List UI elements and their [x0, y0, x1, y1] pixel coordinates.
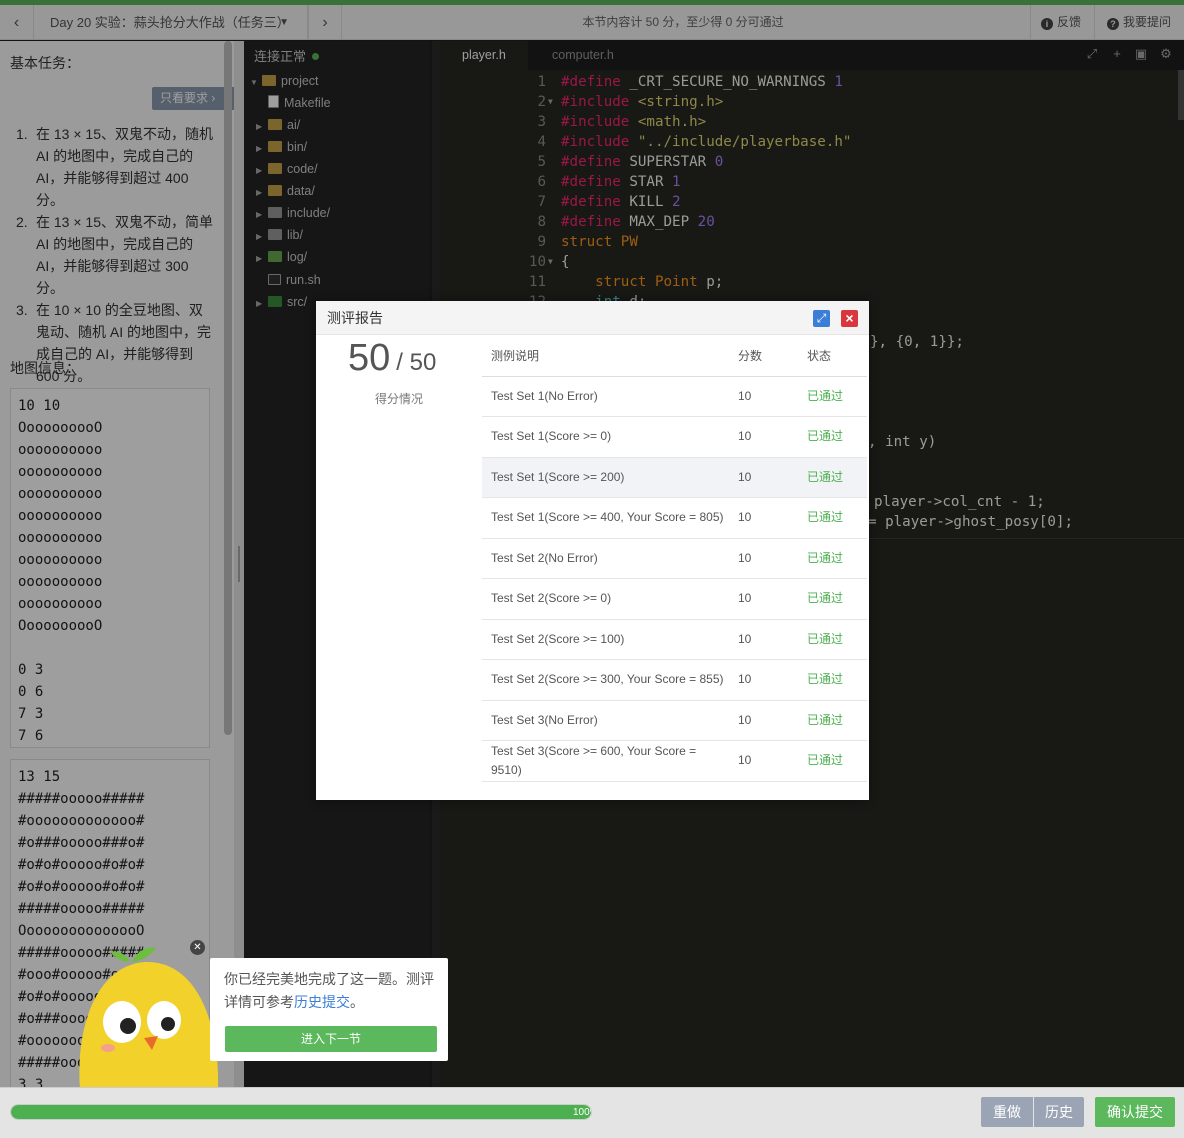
score-total: / 50 [396, 349, 437, 376]
table-cell-desc: Test Set 2(Score >= 100) [482, 619, 729, 660]
table-cell-score: 10 [729, 740, 798, 782]
results-table: 测例说明 分数 状态 Test Set 1(No Error) 10 已通过 Test… [482, 335, 867, 782]
history-submission-link[interactable]: 历史提交 [294, 994, 350, 1010]
close-icon: × [845, 310, 854, 326]
mascot-leaf-left [110, 951, 130, 962]
column-header-desc: 测例说明 [482, 335, 729, 377]
bottom-bar: 100% 重做 历史 确认提交 [0, 1087, 1184, 1138]
results-table-container: 测例说明 分数 状态 Test Set 1(No Error) 10 已通过 Test… [482, 335, 867, 800]
table-cell-desc: Test Set 3(Score >= 600, Your Score = 95… [482, 740, 729, 782]
table-cell-score: 10 [729, 416, 798, 458]
mascot-leaf-right [132, 947, 156, 962]
submit-button[interactable]: 确认提交 [1095, 1097, 1175, 1127]
dialog-header: 测评报告 ⤢ × [316, 301, 869, 335]
close-button[interactable]: × [841, 310, 858, 327]
table-row[interactable]: Test Set 2(No Error) 10 已通过 [482, 538, 867, 579]
table-cell-desc: Test Set 1(Score >= 400, Your Score = 80… [482, 497, 729, 539]
table-cell-status: 已通过 [798, 416, 867, 458]
table-cell-status: 已通过 [798, 700, 867, 741]
table-cell-desc: Test Set 2(No Error) [482, 538, 729, 579]
total-score: 50/ 50 [348, 337, 436, 380]
table-cell-score: 10 [729, 700, 798, 741]
progress-bar: 100% [10, 1104, 592, 1120]
evaluation-report-dialog: 测评报告 ⤢ × 50/ 50 得分情况 测例说明 分数 状态 Test Set… [316, 301, 869, 800]
table-row[interactable]: Test Set 2(Score >= 0) 10 已通过 [482, 578, 867, 620]
table-row[interactable]: Test Set 1(Score >= 400, Your Score = 80… [482, 497, 867, 539]
table-cell-desc: Test Set 1(Score >= 200) [482, 457, 729, 498]
table-cell-score: 10 [729, 578, 798, 620]
mascot-cheek [101, 1044, 115, 1052]
redo-button[interactable]: 重做 [981, 1097, 1033, 1127]
table-cell-status: 已通过 [798, 740, 867, 782]
mascot-pupil-right [161, 1017, 175, 1031]
table-row[interactable]: Test Set 2(Score >= 300, Your Score = 85… [482, 659, 867, 701]
completion-toast: 你已经完美地完成了这一题。测评详情可参考历史提交。 进入下一节 [210, 958, 448, 1061]
table-row[interactable]: Test Set 1(Score >= 200) 10 已通过 [482, 457, 867, 498]
expand-icon: ⤢ [816, 311, 827, 325]
table-row[interactable]: Test Set 1(No Error) 10 已通过 [482, 376, 867, 417]
toast-text-after: 。 [350, 994, 364, 1010]
table-cell-status: 已通过 [798, 376, 867, 417]
table-cell-score: 10 [729, 659, 798, 701]
table-cell-desc: Test Set 1(No Error) [482, 376, 729, 417]
score-caption: 得分情况 [374, 392, 423, 406]
table-cell-status: 已通过 [798, 538, 867, 579]
table-row[interactable]: Test Set 3(Score >= 600, Your Score = 95… [482, 740, 867, 782]
toast-message: 你已经完美地完成了这一题。测评详情可参考历史提交。 [224, 968, 440, 1014]
table-cell-score: 10 [729, 538, 798, 579]
dialog-title: 测评报告 [327, 310, 383, 326]
progress-label: 100% [573, 1107, 591, 1118]
table-cell-desc: Test Set 2(Score >= 0) [482, 578, 729, 620]
table-cell-status: 已通过 [798, 659, 867, 701]
table-cell-desc: Test Set 3(No Error) [482, 700, 729, 741]
score-value: 50 [348, 337, 391, 379]
table-header-row: 测例说明 分数 状态 [482, 335, 867, 377]
table-cell-score: 10 [729, 619, 798, 660]
column-header-score: 分数 [729, 335, 798, 377]
table-row[interactable]: Test Set 3(No Error) 10 已通过 [482, 700, 867, 741]
table-cell-score: 10 [729, 497, 798, 539]
mascot-illustration [79, 947, 219, 1090]
table-cell-status: 已通过 [798, 457, 867, 498]
table-cell-desc: Test Set 2(Score >= 300, Your Score = 85… [482, 659, 729, 701]
mascot-pupil-left [120, 1018, 136, 1034]
table-row[interactable]: Test Set 2(Score >= 100) 10 已通过 [482, 619, 867, 660]
column-header-status: 状态 [798, 335, 867, 377]
expand-button[interactable]: ⤢ [813, 310, 830, 327]
progress-fill [11, 1105, 591, 1119]
table-cell-score: 10 [729, 457, 798, 498]
table-row[interactable]: Test Set 1(Score >= 0) 10 已通过 [482, 416, 867, 458]
table-cell-desc: Test Set 1(Score >= 0) [482, 416, 729, 458]
table-cell-status: 已通过 [798, 619, 867, 660]
table-cell-status: 已通过 [798, 578, 867, 620]
table-cell-score: 10 [729, 376, 798, 417]
history-button[interactable]: 历史 [1034, 1097, 1084, 1127]
next-section-button[interactable]: 进入下一节 [225, 1026, 437, 1052]
table-cell-status: 已通过 [798, 497, 867, 539]
